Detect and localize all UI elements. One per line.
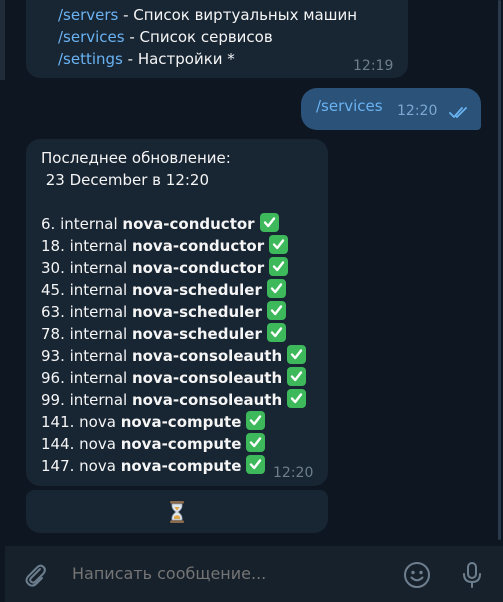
service-host: 6. internal [41,215,123,233]
service-row: 93. internal nova-consoleauth [41,345,307,367]
service-row: 144. nova nova-compute [41,433,266,455]
hourglass-icon [170,500,184,523]
service-name: nova-conductor [131,259,265,277]
command-link[interactable]: /services [58,28,125,46]
service-row: 147. nova nova-compute [41,455,266,477]
service-row: 45. internal nova-scheduler [41,279,286,301]
service-row: 78. internal nova-scheduler [41,323,286,345]
service-host: 45. internal [41,281,132,299]
chat-area: /servers - Список виртуальных машин /ser… [0,0,503,545]
white-check-mark-icon [269,235,289,254]
message-composer [5,546,503,602]
update-timestamp: 23 December в 12:20 [41,171,210,189]
white-check-mark-icon [269,257,289,276]
command-description: - Список сервисов [124,28,273,46]
message-time: 12:20 [397,103,438,119]
service-name: nova-conductor [122,215,255,233]
service-host: 30. internal [41,259,132,277]
command-description: - Список виртуальных машин [118,6,358,24]
white-check-mark-icon [246,433,266,452]
double-check-icon [449,107,467,118]
message-bubble-services: Последнее обновление: 23 December в 12:2… [26,139,328,486]
service-host: 18. internal [41,237,132,255]
white-check-mark-icon [246,411,266,430]
service-row: 18. internal nova-conductor [41,235,289,257]
service-name: nova-conductor [131,237,265,255]
command-line: /services - Список сервисов [58,26,273,48]
white-check-mark-icon [266,301,286,320]
command-link[interactable]: /settings [58,50,123,68]
command-link[interactable]: /servers [58,6,118,24]
service-name: nova-compute [120,435,242,453]
service-row: 99. internal nova-consoleauth [41,389,307,411]
smile-icon[interactable] [402,560,432,590]
service-name: nova-scheduler [131,281,262,299]
service-row: 30. internal nova-conductor [41,257,289,279]
update-header: Последнее обновление: [41,149,231,167]
command-description: - Настройки * [122,50,235,68]
service-host: 93. internal [41,347,132,365]
scrollbar[interactable] [498,0,501,540]
white-check-mark-icon [259,213,279,232]
white-check-mark-icon [266,323,286,342]
service-name: nova-scheduler [131,325,262,343]
white-check-mark-icon [246,455,266,474]
service-host: 141. nova [41,413,121,431]
service-name: nova-compute [120,457,242,475]
service-host: 78. internal [41,325,132,343]
message-bubble-commands: /servers - Список виртуальных машин /ser… [26,0,408,78]
service-row: 141. nova nova-compute [41,411,266,433]
message-time: 12:19 [353,58,394,74]
scroll-rail-left [0,0,5,80]
white-check-mark-icon [287,389,307,408]
service-host: 63. internal [41,303,132,321]
inline-button-refresh[interactable] [26,490,328,533]
command-line: /settings - Настройки * [58,48,235,70]
service-row: 6. internal nova-conductor [41,213,279,235]
outgoing-command-text[interactable]: /services [316,97,383,115]
service-name: nova-scheduler [131,303,262,321]
service-host: 144. nova [41,435,121,453]
paperclip-icon[interactable] [20,560,50,590]
message-input[interactable] [70,563,394,584]
service-row: 63. internal nova-scheduler [41,301,286,323]
service-name: nova-compute [120,413,242,431]
command-line: /servers - Список виртуальных машин [58,4,357,26]
service-host: 96. internal [41,369,132,387]
service-row: 96. internal nova-consoleauth [41,367,307,389]
message-time: 12:20 [273,465,314,481]
service-host: 99. internal [41,391,132,409]
microphone-icon[interactable] [457,560,487,590]
white-check-mark-icon [287,367,307,386]
service-name: nova-consoleauth [131,347,283,365]
white-check-mark-icon [287,345,307,364]
service-host: 147. nova [41,457,121,475]
service-name: nova-consoleauth [131,391,283,409]
message-bubble-outgoing: /services 12:20 [301,88,481,130]
white-check-mark-icon [266,279,286,298]
service-name: nova-consoleauth [131,369,283,387]
